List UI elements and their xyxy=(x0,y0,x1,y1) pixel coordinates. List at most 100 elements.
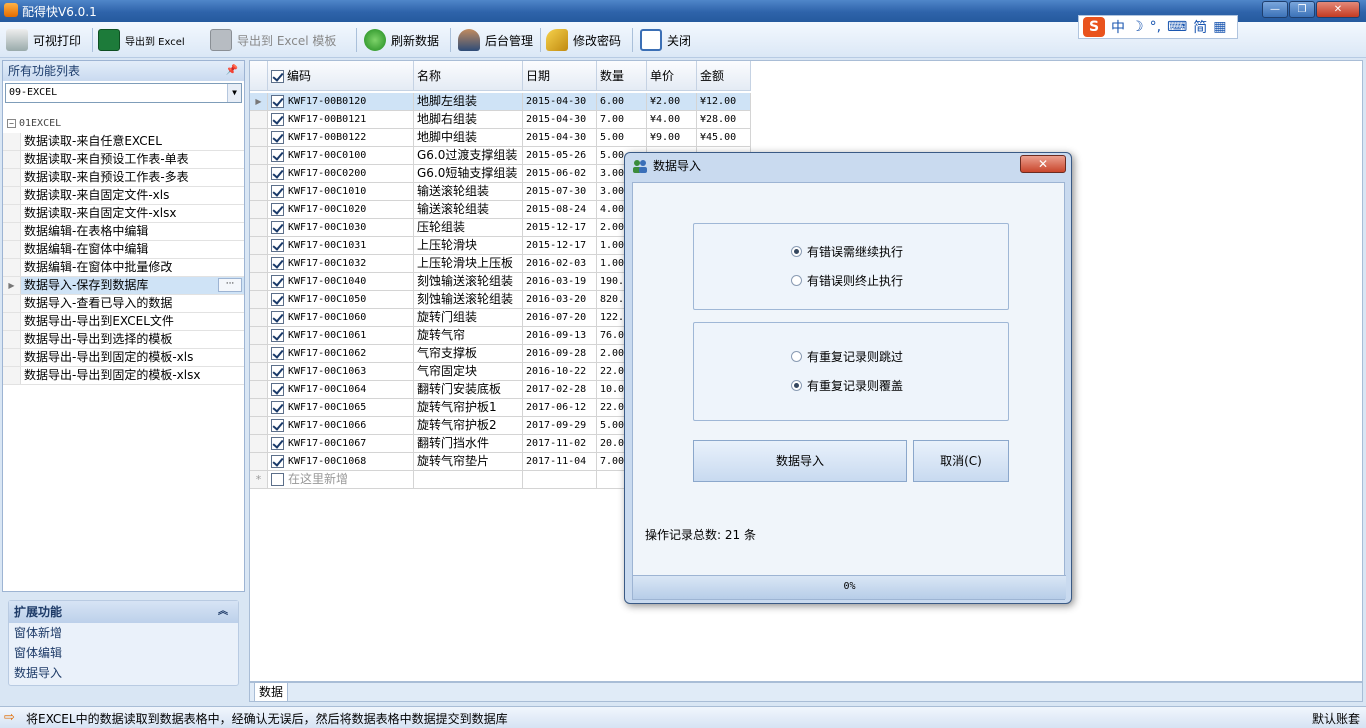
pin-icon[interactable]: 📌 xyxy=(226,61,238,81)
table-cell-name[interactable]: 上压轮滑块 xyxy=(414,237,523,255)
function-list-item[interactable]: 数据读取-来自任意EXCEL xyxy=(3,133,244,151)
table-cell-amount[interactable]: ¥45.00 xyxy=(697,129,751,147)
table-cell-name[interactable]: 地脚中组装 xyxy=(414,129,523,147)
row-checkbox[interactable] xyxy=(271,400,284,414)
table-cell-price[interactable]: ¥9.00 xyxy=(647,129,697,147)
function-list-item[interactable]: 数据导出-导出到选择的模板 xyxy=(3,331,244,349)
tree-group[interactable]: −01EXCEL xyxy=(3,115,244,133)
extension-item-data-import[interactable]: 数据导入 xyxy=(9,663,238,683)
table-cell-qty[interactable]: 5.00 xyxy=(597,129,647,147)
table-cell-date[interactable]: 2015-12-17 xyxy=(523,237,597,255)
close-button[interactable]: 关闭 xyxy=(640,26,691,54)
table-cell-code[interactable]: KWF17-00C1040 xyxy=(268,273,414,291)
table-cell-name[interactable]: 气帘固定块 xyxy=(414,363,523,381)
radio-stop-on-error[interactable]: 有错误则终止执行 xyxy=(791,272,903,289)
function-list-item[interactable]: 数据导入-查看已导入的数据 xyxy=(3,295,244,313)
column-header[interactable]: 数量 xyxy=(597,61,647,91)
row-checkbox[interactable] xyxy=(271,130,284,144)
ime-mode-icon[interactable]: 中 xyxy=(1111,17,1125,37)
table-cell-code[interactable]: KWF17-00C1030 xyxy=(268,219,414,237)
column-header[interactable]: 日期 xyxy=(523,61,597,91)
row-checkbox[interactable] xyxy=(271,184,284,198)
table-cell-name[interactable]: 旋转气帘护板1 xyxy=(414,399,523,417)
row-checkbox[interactable] xyxy=(271,310,284,324)
radio-continue-on-error[interactable]: 有错误需继续执行 xyxy=(791,243,903,260)
table-cell-name[interactable]: 翻转门安装底板 xyxy=(414,381,523,399)
table-cell-name[interactable]: 输送滚轮组装 xyxy=(414,201,523,219)
table-cell-code[interactable]: KWF17-00B0120 xyxy=(268,93,414,111)
table-cell-name[interactable]: 刻蚀输送滚轮组装 xyxy=(414,273,523,291)
table-cell-name[interactable]: 地脚左组装 xyxy=(414,93,523,111)
table-cell-date[interactable]: 2015-06-02 xyxy=(523,165,597,183)
function-list-item[interactable]: 数据导出-导出到EXCEL文件 xyxy=(3,313,244,331)
table-cell-date[interactable]: 2016-02-03 xyxy=(523,255,597,273)
table-cell-date[interactable]: 2015-04-30 xyxy=(523,111,597,129)
table-cell-date[interactable]: 2016-10-22 xyxy=(523,363,597,381)
refresh-button[interactable]: 刷新数据 xyxy=(364,26,439,54)
table-cell-code[interactable]: KWF17-00C1010 xyxy=(268,183,414,201)
table-cell-code[interactable]: KWF17-00C0100 xyxy=(268,147,414,165)
table-cell-date[interactable]: 2016-09-13 xyxy=(523,327,597,345)
table-cell-date[interactable]: 2015-05-26 xyxy=(523,147,597,165)
row-checkbox[interactable] xyxy=(271,238,284,252)
table-cell-name[interactable]: 旋转气帘垫片 xyxy=(414,453,523,471)
radio-overwrite-duplicates[interactable]: 有重复记录则覆盖 xyxy=(791,377,903,394)
new-row-checkbox[interactable] xyxy=(271,473,284,486)
table-cell-date[interactable]: 2017-06-12 xyxy=(523,399,597,417)
function-list-item[interactable]: 数据读取-来自预设工作表-单表 xyxy=(3,151,244,169)
row-checkbox[interactable] xyxy=(271,202,284,216)
table-cell-code[interactable]: KWF17-00C1061 xyxy=(268,327,414,345)
category-select[interactable]: 09-EXCEL ▼ xyxy=(5,83,242,103)
column-header[interactable]: 金额 xyxy=(697,61,751,91)
table-cell-name[interactable]: G6.0短轴支撑组装 xyxy=(414,165,523,183)
ime-punct-icon[interactable]: °, xyxy=(1150,19,1161,35)
tab-data[interactable]: 数据 xyxy=(254,683,288,702)
row-checkbox[interactable] xyxy=(271,112,284,126)
function-list-item[interactable]: 数据编辑-在窗体中编辑 xyxy=(3,241,244,259)
change-password-button[interactable]: 修改密码 xyxy=(546,26,621,54)
function-list-item[interactable]: 数据读取-来自预设工作表-多表 xyxy=(3,169,244,187)
table-cell-qty[interactable]: 6.00 xyxy=(597,93,647,111)
table-cell-name[interactable]: G6.0过渡支撑组装 xyxy=(414,147,523,165)
new-row-cell[interactable]: 在这里新增 xyxy=(268,471,414,489)
table-cell-code[interactable]: KWF17-00C1067 xyxy=(268,435,414,453)
function-list-item[interactable]: 数据读取-来自固定文件-xls xyxy=(3,187,244,205)
table-cell-code[interactable]: KWF17-00C0200 xyxy=(268,165,414,183)
export-template-button[interactable]: 导出到 Excel 模板 xyxy=(210,26,336,54)
radio-skip-duplicates-dot[interactable] xyxy=(791,351,802,362)
more-options-button[interactable]: ··· xyxy=(218,278,242,292)
table-cell-name[interactable]: 翻转门挡水件 xyxy=(414,435,523,453)
new-row-cell[interactable] xyxy=(523,471,597,489)
table-cell-name[interactable]: 压轮组装 xyxy=(414,219,523,237)
table-cell-date[interactable]: 2017-02-28 xyxy=(523,381,597,399)
table-cell-code[interactable]: KWF17-00B0121 xyxy=(268,111,414,129)
table-cell-date[interactable]: 2016-03-19 xyxy=(523,273,597,291)
row-checkbox[interactable] xyxy=(271,256,284,270)
radio-overwrite-duplicates-dot[interactable] xyxy=(791,380,802,391)
table-cell-date[interactable]: 2017-11-04 xyxy=(523,453,597,471)
table-cell-code[interactable]: KWF17-00C1066 xyxy=(268,417,414,435)
chevron-up-icon[interactable]: ︽ xyxy=(218,601,228,623)
select-all-checkbox[interactable] xyxy=(271,70,284,83)
table-cell-date[interactable]: 2017-09-29 xyxy=(523,417,597,435)
row-checkbox[interactable] xyxy=(271,148,284,162)
ime-toolbar[interactable]: S 中 ☽ °, ⌨ 简 ▦ xyxy=(1078,15,1238,39)
row-checkbox[interactable] xyxy=(271,274,284,288)
collapse-icon[interactable]: − xyxy=(7,119,16,128)
table-cell-code[interactable]: KWF17-00C1065 xyxy=(268,399,414,417)
chevron-down-icon[interactable]: ▼ xyxy=(227,84,241,102)
table-cell-code[interactable]: KWF17-00C1068 xyxy=(268,453,414,471)
table-cell-name[interactable]: 输送滚轮组装 xyxy=(414,183,523,201)
column-header[interactable]: 单价 xyxy=(647,61,697,91)
radio-stop-on-error-dot[interactable] xyxy=(791,275,802,286)
table-cell-date[interactable]: 2016-09-28 xyxy=(523,345,597,363)
new-row-cell[interactable] xyxy=(414,471,523,489)
extension-item-form-edit[interactable]: 窗体编辑 xyxy=(9,643,238,663)
row-checkbox[interactable] xyxy=(271,220,284,234)
table-cell-name[interactable]: 上压轮滑块上压板 xyxy=(414,255,523,273)
function-list-item[interactable]: ▶ 数据导入-保存到数据库 ··· xyxy=(3,277,244,295)
function-list-item[interactable]: 数据读取-来自固定文件-xlsx xyxy=(3,205,244,223)
print-preview-button[interactable]: 可视打印 xyxy=(6,26,81,54)
table-cell-code[interactable]: KWF17-00C1060 xyxy=(268,309,414,327)
row-checkbox[interactable] xyxy=(271,94,284,108)
